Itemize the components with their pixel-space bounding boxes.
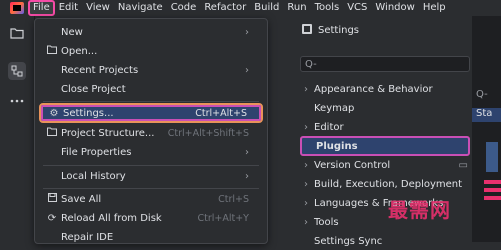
menu-item-label: File Properties	[61, 146, 132, 158]
tree-item-label: Build, Execution, Deployment	[314, 178, 463, 190]
menu-separator	[43, 165, 259, 166]
shortcut-label: Ctrl+S	[218, 193, 249, 205]
left-tool-strip	[0, 16, 35, 242]
menu-item-new[interactable]: New ›	[39, 23, 263, 41]
folder-icon	[45, 45, 59, 57]
menu-item-file-properties[interactable]: File Properties ›	[39, 143, 263, 161]
menu-item-label: Reload All from Disk	[61, 212, 162, 224]
tree-item-settings-sync[interactable]: Settings Sync	[300, 232, 470, 250]
menu-item-label: Local History	[61, 170, 126, 182]
menu-build[interactable]: Build	[250, 0, 283, 16]
more-icon[interactable]	[8, 92, 26, 110]
tree-item-label: Keymap	[314, 102, 355, 114]
menu-item-recent-projects[interactable]: Recent Projects ›	[39, 61, 263, 79]
tab-status[interactable]: Sta	[472, 108, 501, 122]
shortcut-label: Ctrl+Alt+Y	[197, 212, 250, 224]
reload-icon: ⟳	[47, 212, 57, 224]
menu-item-label: Save All	[61, 193, 102, 205]
shortcut-label: Ctrl+Alt+S	[195, 107, 247, 119]
menu-refactor[interactable]: Refactor	[200, 0, 250, 16]
settings-header: Settings	[302, 24, 359, 37]
chevron-right-icon: ›	[304, 159, 308, 171]
menu-item-label: Open...	[61, 45, 98, 57]
chevron-right-icon: ›	[304, 83, 308, 95]
tree-item-keymap[interactable]: Keymap	[300, 99, 470, 117]
menu-item-label: Close Project	[61, 83, 126, 95]
settings-search-input[interactable]: Q-	[300, 56, 470, 72]
menu-bar: File Edit View Navigate Code Refactor Bu…	[0, 0, 501, 16]
menu-code[interactable]: Code	[167, 0, 201, 16]
menu-navigate[interactable]: Navigate	[114, 0, 167, 16]
menu-tools[interactable]: Tools	[311, 0, 344, 16]
menu-item-settings[interactable]: ⚙ Settings... Ctrl+Alt+S	[39, 103, 263, 123]
menu-window[interactable]: Window	[371, 0, 418, 16]
tree-item-label: Editor	[314, 121, 344, 133]
tree-item-label: Version Control	[314, 159, 391, 171]
menu-item-save-all[interactable]: Save All Ctrl+S	[39, 190, 263, 208]
menu-item-label: Repair IDE	[61, 231, 114, 243]
watermark-text: 最需网	[388, 198, 451, 222]
menu-item-label: Settings...	[63, 107, 114, 119]
tree-item-editor[interactable]: › Editor	[300, 118, 470, 136]
tree-item-label: Appearance & Behavior	[314, 83, 433, 95]
menu-item-label: Project Structure...	[61, 127, 155, 139]
menu-separator	[43, 188, 259, 189]
search-icon: Q-	[305, 58, 317, 70]
menu-edit[interactable]: Edit	[55, 0, 82, 16]
project-structure-icon	[45, 127, 59, 139]
chevron-right-icon: ›	[245, 26, 249, 38]
menu-item-label: New	[61, 26, 83, 38]
tree-item-plugins[interactable]: Plugins	[300, 136, 470, 156]
shortcut-label: Ctrl+Alt+Shift+S	[167, 127, 249, 139]
chevron-right-icon: ›	[304, 178, 308, 190]
tree-item-label: Settings Sync	[314, 235, 383, 247]
tree-item-version-control[interactable]: › Version Control ▭	[300, 156, 470, 174]
gear-icon: ⚙	[49, 107, 59, 119]
file-menu-dropdown: New › Open... Recent Projects › Close Pr…	[34, 18, 268, 244]
menu-view[interactable]: View	[82, 0, 114, 16]
plugins-pane-edge: Q- Sta	[472, 16, 501, 242]
menu-separator	[43, 101, 259, 102]
tree-item-label: Plugins	[316, 140, 358, 152]
menu-help[interactable]: Help	[419, 0, 450, 16]
project-folder-icon[interactable]	[8, 24, 26, 42]
settings-title: Settings	[318, 25, 360, 36]
chevron-right-icon: ›	[245, 64, 249, 76]
menu-vcs[interactable]: VCS	[343, 0, 371, 16]
tree-item-appearance[interactable]: › Appearance & Behavior	[300, 80, 470, 98]
app-logo-icon	[10, 2, 24, 14]
menu-item-label: Recent Projects	[61, 64, 139, 76]
menu-item-repair-ide[interactable]: Repair IDE	[39, 228, 263, 246]
tree-item-build-execution[interactable]: › Build, Execution, Deployment	[300, 175, 470, 193]
chevron-right-icon: ›	[304, 216, 308, 228]
search-icon[interactable]: Q-	[476, 89, 488, 100]
menu-item-project-structure[interactable]: Project Structure... Ctrl+Alt+Shift+S	[39, 124, 263, 142]
settings-app-icon	[302, 24, 312, 37]
watermark-mark	[484, 180, 501, 204]
menu-item-reload-all[interactable]: ⟳ Reload All from Disk Ctrl+Alt+Y	[39, 209, 263, 227]
project-scope-icon: ▭	[458, 159, 468, 171]
chevron-right-icon: ›	[245, 170, 249, 182]
menu-item-open[interactable]: Open...	[39, 42, 263, 60]
chevron-right-icon: ›	[304, 197, 308, 209]
chevron-right-icon: ›	[304, 121, 308, 133]
menu-item-close-project[interactable]: Close Project	[39, 80, 263, 98]
plugin-thumbnail	[486, 142, 498, 172]
structure-icon[interactable]	[8, 62, 26, 80]
save-icon	[45, 193, 59, 205]
chevron-right-icon: ›	[245, 146, 249, 158]
menu-run[interactable]: Run	[283, 0, 310, 16]
menu-item-local-history[interactable]: Local History ›	[39, 167, 263, 185]
menu-file[interactable]: File	[28, 0, 55, 16]
